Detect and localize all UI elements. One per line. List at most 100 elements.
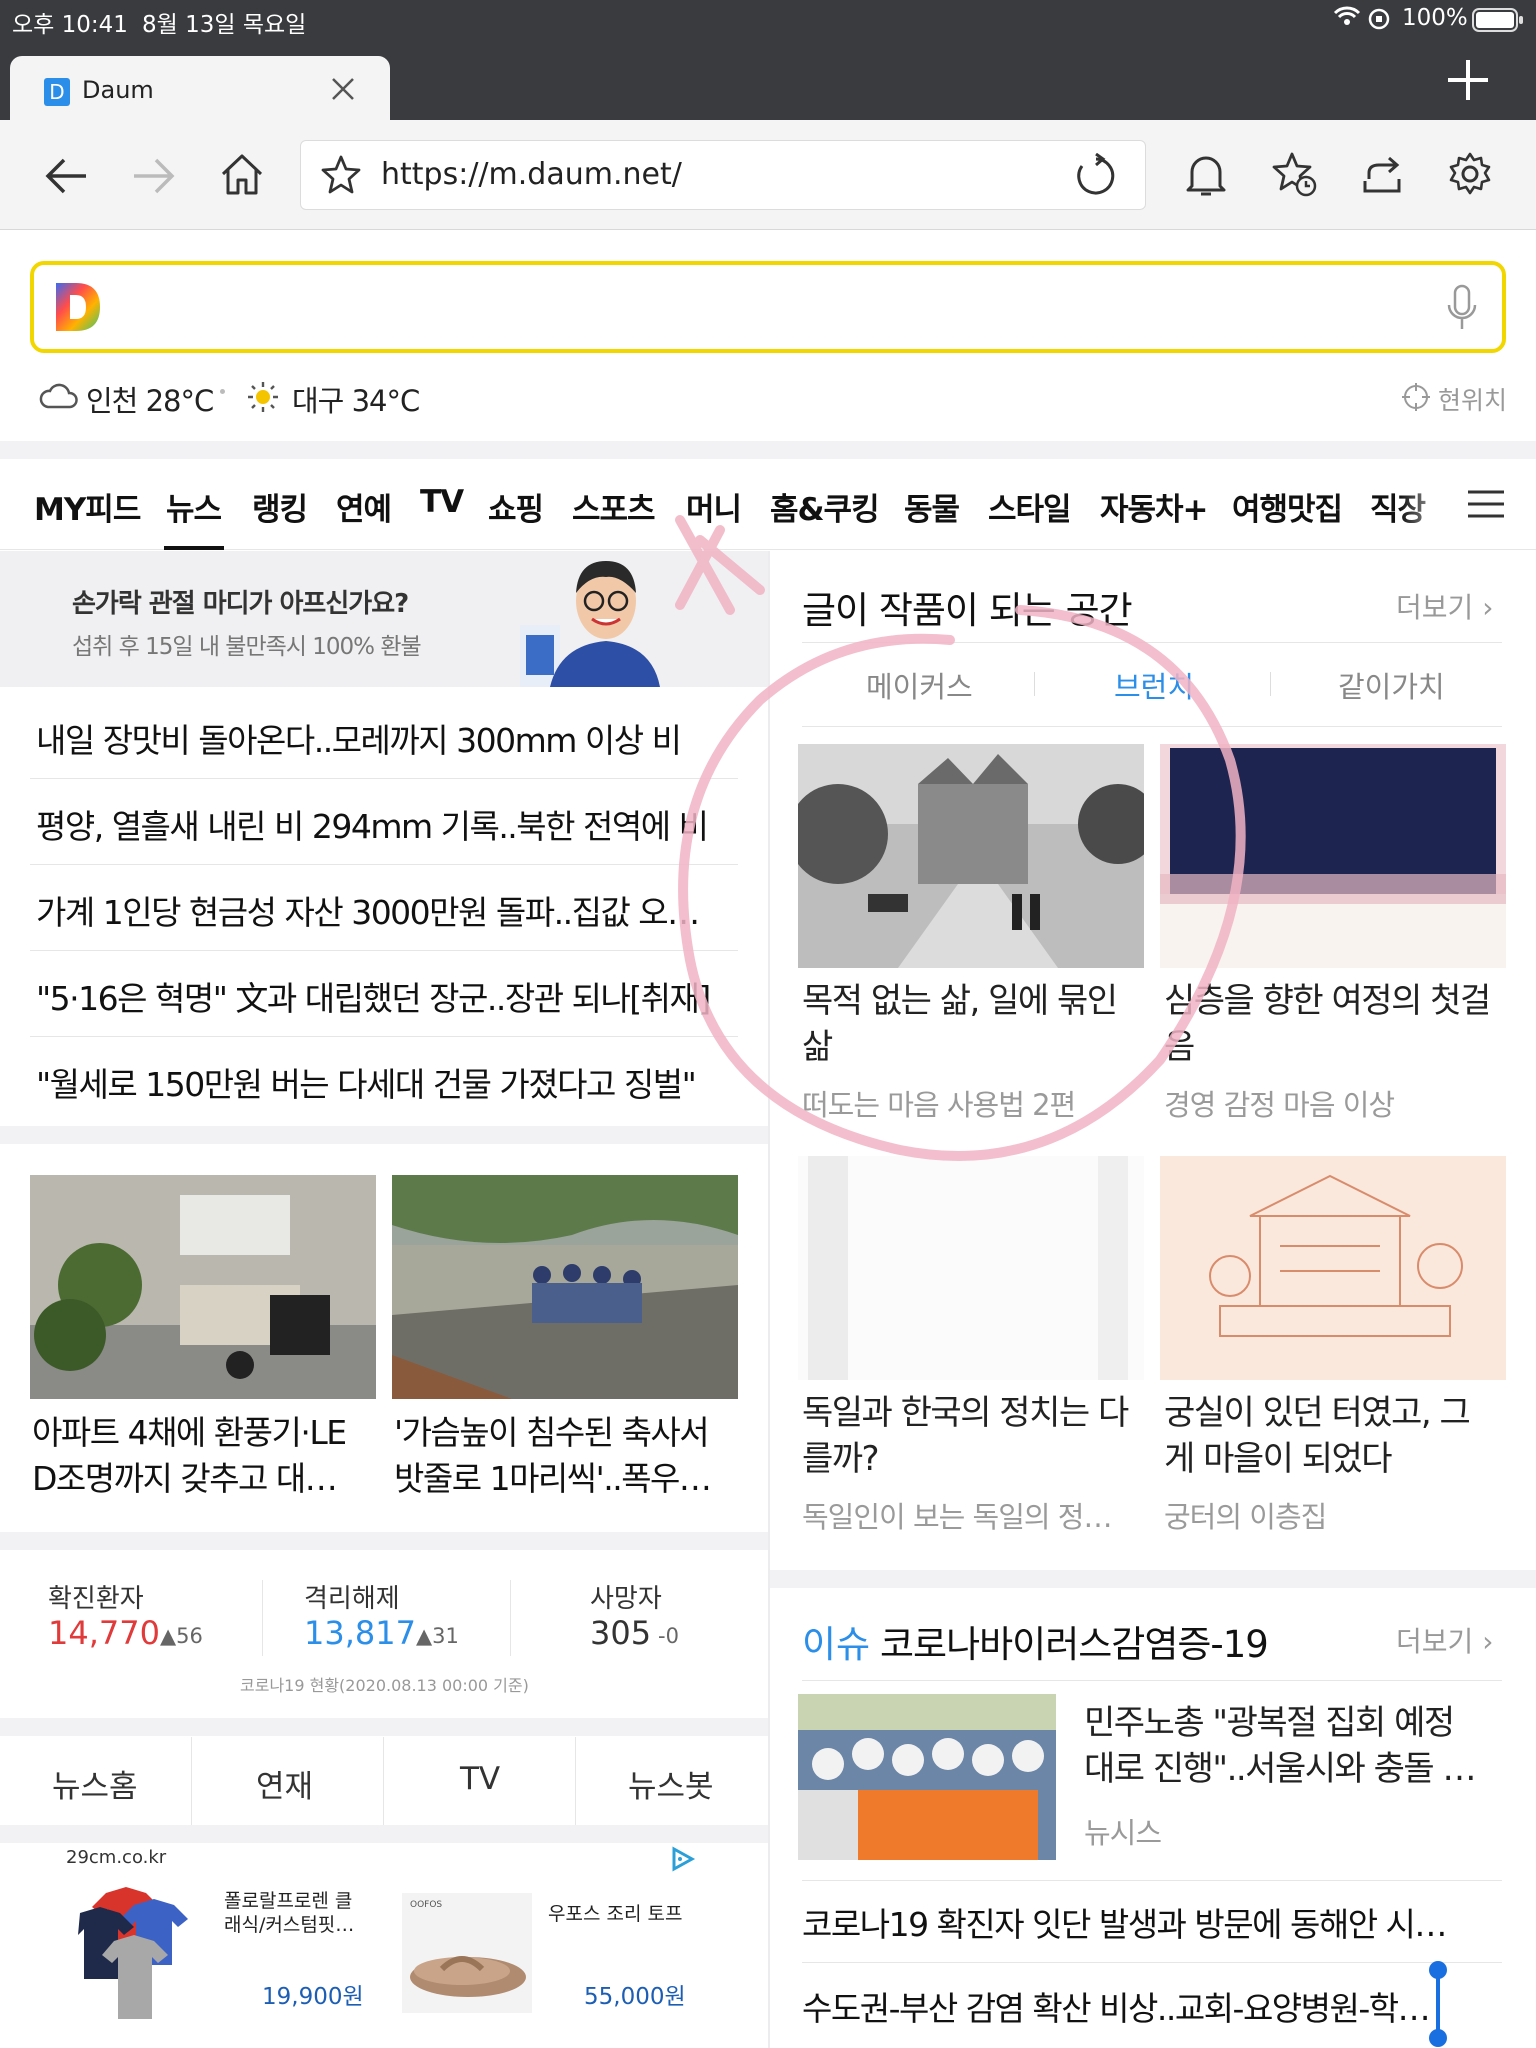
weather-dot [220, 389, 225, 394]
headline-4[interactable]: "5·16은 혁명" 文과 대립했던 장군..장관 되나[취재] [36, 972, 716, 1020]
brunch-tab-makers[interactable]: 메이커스 [866, 664, 973, 706]
deaths-delta: -0 [658, 1624, 679, 1648]
tab-serial[interactable]: 연재 [256, 1761, 313, 1806]
shop-item1-name: 폴로랄프로렌 클 래식/커스텀핏… [224, 1889, 354, 1937]
title-line: 궁실이 있던 터였고, 그 [1164, 1393, 1471, 1433]
favicon: D [44, 78, 70, 106]
photo-news-image-2[interactable] [392, 1175, 738, 1399]
nav-tv[interactable]: TV [420, 484, 464, 520]
chevron-right-icon: › [1482, 591, 1494, 624]
brunch-card-image-4[interactable] [1160, 1156, 1506, 1380]
new-tab-icon[interactable] [1446, 58, 1490, 106]
back-icon[interactable] [40, 150, 92, 202]
issue-list-item-2[interactable]: 수도권-부산 감염 확산 비상..교회-요양병원-학… [802, 1982, 1502, 2030]
column-divider [768, 551, 770, 2048]
caption-line: 아파트 4채에 환풍기·LE [32, 1413, 347, 1452]
nav-news[interactable]: 뉴스 [166, 484, 222, 529]
headline-2[interactable]: 평양, 열흘새 내린 비 294mm 기록..북한 전역에 비 [36, 800, 716, 848]
cloud-icon [38, 380, 78, 414]
shop-item2-price: 55,000원 [584, 1984, 686, 2010]
weather-city1[interactable]: 인천 28°C [86, 378, 214, 420]
forward-icon[interactable] [128, 150, 180, 202]
issue-list-item-1[interactable]: 코로나19 확진자 잇단 발생과 방문에 동해안 시… [802, 1898, 1502, 1946]
ad-choices-icon[interactable] [668, 1845, 696, 1877]
reload-icon[interactable] [1073, 152, 1119, 203]
orientation-lock-icon [1368, 8, 1390, 36]
nav-shopping[interactable]: 쇼핑 [488, 484, 544, 529]
hamburger-menu-icon[interactable] [1466, 488, 1506, 524]
wifi-icon [1333, 4, 1361, 34]
status-bar: 오후 10:41 8월 13일 목요일 100% [0, 0, 1536, 40]
section-divider [0, 441, 1536, 459]
title-line: 독일과 한국의 정치는 다 [802, 1393, 1129, 1433]
divider [575, 1737, 576, 1825]
tab-news-home[interactable]: 뉴스홈 [52, 1761, 138, 1806]
nav-ranking[interactable]: 랭킹 [252, 484, 308, 529]
issue-top-headline[interactable]: 민주노총 "광복절 집회 예정 대로 진행"..서울시와 충돌 … [1084, 1700, 1504, 1792]
sandals-image: OOFOS [402, 1893, 532, 2013]
selection-handle[interactable] [1426, 1960, 1450, 2048]
brunch-more-link[interactable]: 더보기 › [1396, 586, 1493, 626]
brunch-card-image-3[interactable] [798, 1156, 1144, 1380]
status-date: 8월 13일 목요일 [142, 12, 307, 38]
daum-logo [52, 279, 104, 339]
caption-line: '가슴높이 침수된 축사서 [394, 1413, 710, 1452]
issue-more-link[interactable]: 더보기 › [1396, 1620, 1493, 1660]
photo-news-caption-1[interactable]: 아파트 4채에 환풍기·LE D조명까지 갖추고 대… [32, 1410, 347, 1502]
released-value: 13,817 [304, 1614, 416, 1652]
microphone-icon[interactable] [1444, 283, 1480, 337]
nav-style[interactable]: 스타일 [988, 484, 1072, 529]
bookmark-star-icon[interactable] [319, 153, 363, 201]
item-name-line: 폴로랄프로렌 클 [224, 1890, 353, 1912]
brunch-card-sub-1: 떠도는 마음 사용법 2편 [802, 1088, 1076, 1122]
nav-entertainment[interactable]: 연예 [336, 484, 392, 529]
address-bar[interactable]: https://m.daum.net/ [300, 140, 1146, 210]
home-icon[interactable] [216, 148, 268, 200]
nav-travel-food[interactable]: 여행맛집 [1232, 484, 1343, 529]
weather-city2[interactable]: 대구 34°C [292, 378, 420, 420]
photo-news-image-1[interactable] [30, 1175, 376, 1399]
close-tab-icon[interactable] [328, 74, 358, 108]
headline-3[interactable]: 가계 1인당 현금성 자산 3000만원 돌파..집값 오르자 [36, 886, 716, 934]
title-line: 게 마을이 되었다 [1164, 1439, 1393, 1479]
issue-title[interactable]: 코로나바이러스감염증-19 [880, 1614, 1269, 1668]
divider [30, 778, 738, 779]
tab-tv[interactable]: TV [460, 1761, 500, 1797]
brunch-card-title-3[interactable]: 독일과 한국의 정치는 다 를까? [802, 1390, 1129, 1482]
brunch-card-title-4[interactable]: 궁실이 있던 터였고, 그게 마을이 되었다 [1164, 1390, 1471, 1482]
shopping-ad[interactable]: 29cm.co.kr 폴로랄프로렌 클 래식/커스텀핏… 19,900원 OOFO… [0, 1843, 768, 2048]
current-location-button[interactable]: 현위치 [1438, 381, 1507, 417]
tab-newsbot[interactable]: 뉴스봇 [628, 1761, 714, 1806]
share-icon[interactable] [1356, 148, 1408, 200]
brunch-card-title-2[interactable]: 심층을 향한 여정의 첫걸 음 [1164, 978, 1491, 1070]
brunch-card-image-2[interactable] [1160, 744, 1506, 968]
headline-line: 민주노총 "광복절 집회 예정 [1084, 1703, 1455, 1743]
brunch-card-title-1[interactable]: 목적 없는 삶, 일에 묶인 삶 [802, 978, 1118, 1070]
photo-news-caption-2[interactable]: '가슴높이 침수된 축사서 밧줄로 1마리씩'..폭우… [394, 1410, 712, 1502]
headline-5[interactable]: "월세로 150만원 버는 다세대 건물 가졌다고 징벌" [36, 1058, 716, 1106]
nav-active-indicator [164, 546, 224, 550]
issue-top-image[interactable] [798, 1694, 1056, 1860]
brunch-title: 글이 작품이 되는 공간 [802, 589, 1133, 632]
search-box[interactable] [30, 261, 1506, 353]
headline-1[interactable]: 내일 장맛비 돌아온다..모레까지 300mm 이상 비 [36, 714, 716, 762]
brunch-tab-brunch[interactable]: 브런치 [1114, 664, 1194, 706]
nav-myfeed[interactable]: MY피드 [34, 484, 141, 529]
nav-auto[interactable]: 자동차+ [1100, 484, 1209, 529]
nav-home-cooking[interactable]: 홈&쿠킹 [770, 484, 880, 529]
brunch-tab-together[interactable]: 같이가치 [1338, 664, 1445, 706]
favorites-icon[interactable] [1268, 148, 1320, 200]
nav-animals[interactable]: 동물 [904, 484, 960, 529]
divider [802, 1680, 1502, 1681]
divider [1270, 672, 1271, 696]
ad-banner[interactable]: 손가락 관절 마디가 아프신가요? 섭취 후 15일 내 불만족시 100% 환… [0, 551, 768, 687]
screen: 오후 10:41 8월 13일 목요일 100% D Daum https://… [0, 0, 1536, 2048]
brunch-card-image-1[interactable] [798, 744, 1144, 968]
notification-bell-icon[interactable] [1180, 148, 1232, 200]
settings-gear-icon[interactable] [1444, 148, 1496, 200]
nav-money[interactable]: 머니 [686, 484, 742, 529]
divider [802, 726, 1502, 727]
divider [1034, 672, 1035, 696]
browser-tab[interactable]: D Daum [10, 56, 390, 122]
nav-sports[interactable]: 스포츠 [572, 484, 656, 529]
